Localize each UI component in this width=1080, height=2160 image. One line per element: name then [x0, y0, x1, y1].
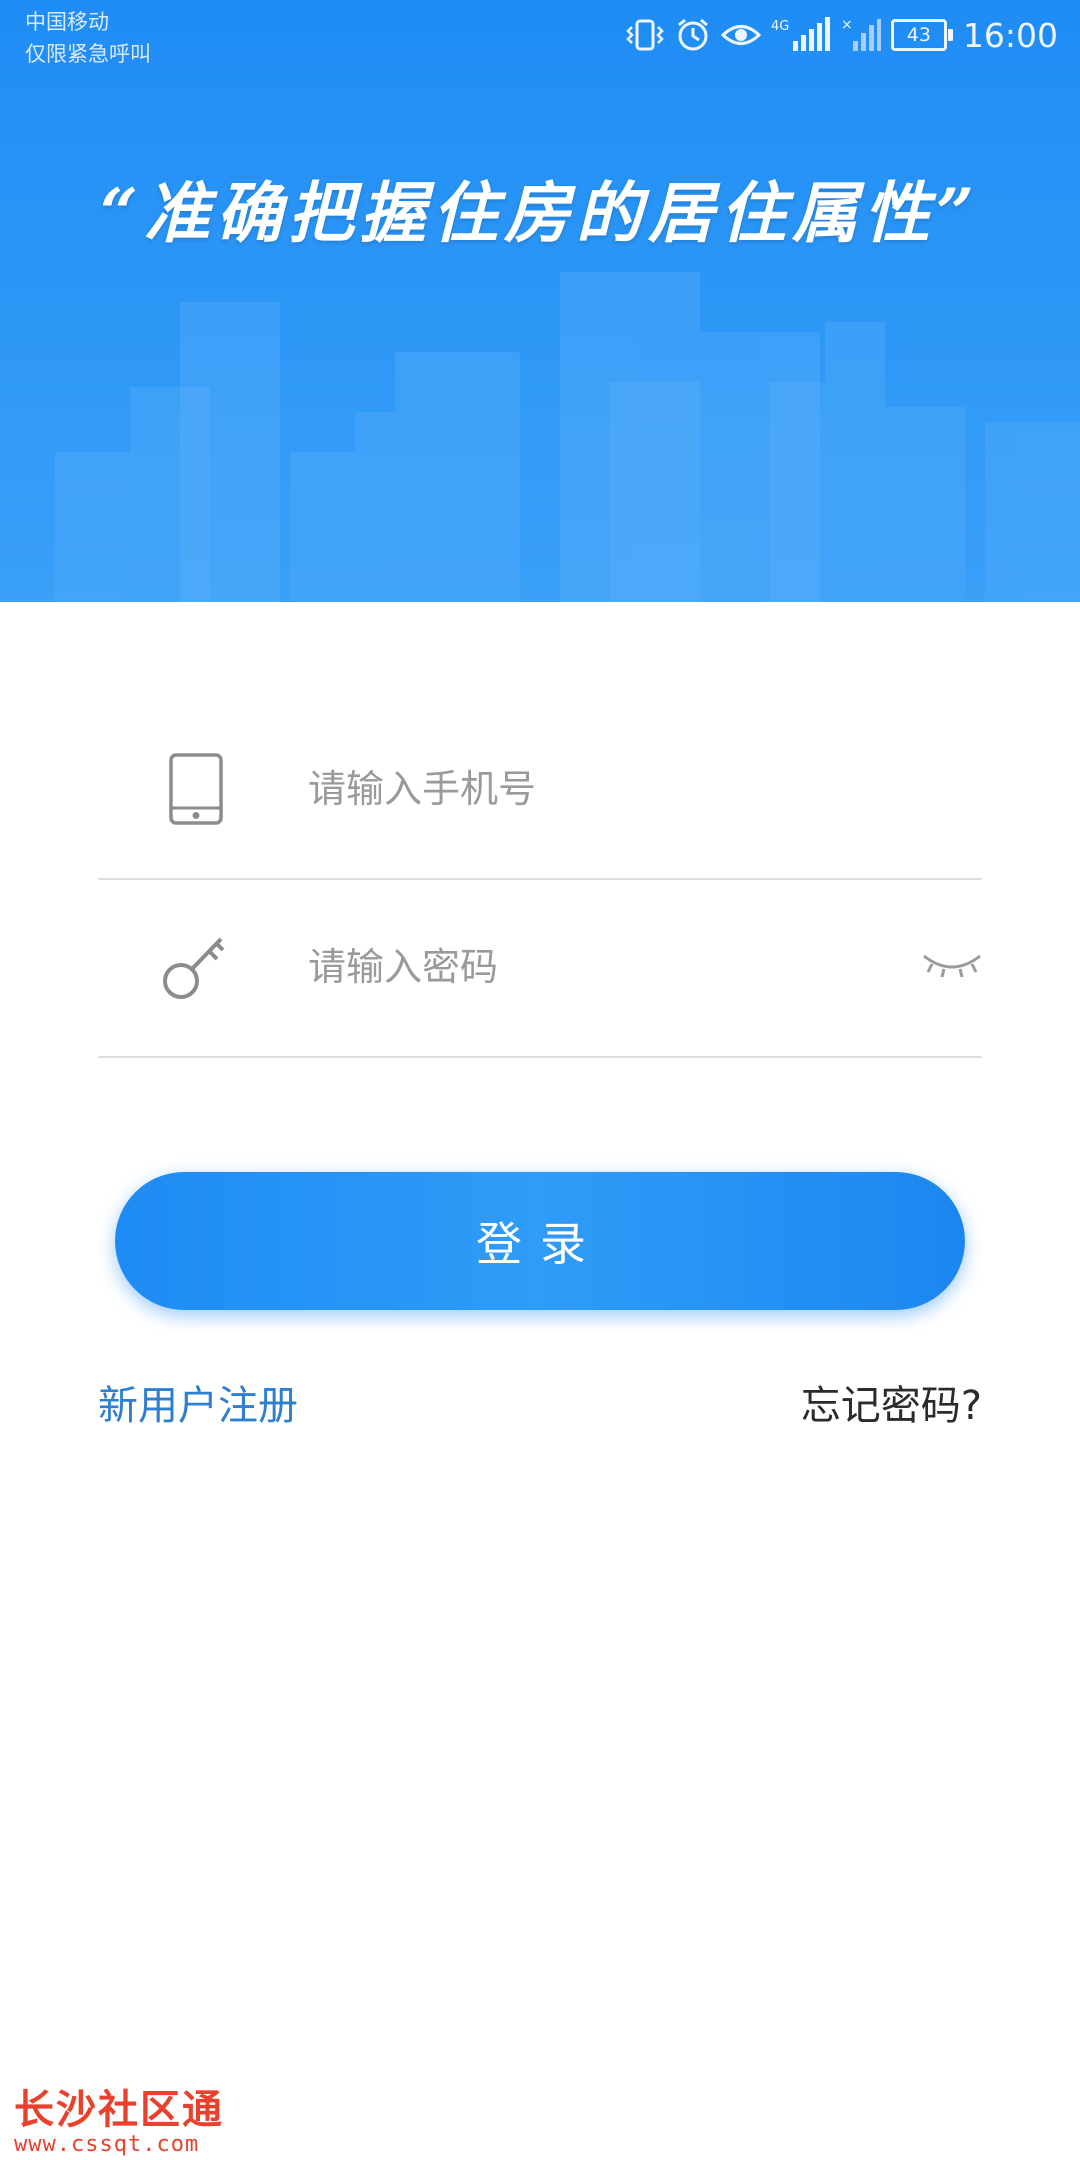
- password-input[interactable]: [306, 944, 870, 990]
- signal-icon: 4G: [771, 17, 830, 51]
- carrier-info: 中国移动 仅限紧急呼叫: [25, 6, 151, 70]
- battery-icon: 43: [890, 19, 953, 51]
- password-row: [98, 878, 982, 1058]
- eye-closed-icon[interactable]: [922, 948, 982, 978]
- status-icons: 4G × 43 16:00: [625, 10, 1058, 60]
- phone-icon: [126, 752, 266, 826]
- alarm-icon: [677, 18, 708, 51]
- key-icon: [126, 931, 266, 1003]
- wifi-icon: ×: [841, 17, 881, 51]
- vibrate-icon: [626, 19, 664, 51]
- phone-input[interactable]: [306, 766, 870, 812]
- status-bar: 中国移动 仅限紧急呼叫 4G × 43 16:00: [0, 0, 1080, 70]
- register-link[interactable]: 新用户注册: [98, 1373, 298, 1431]
- banner-slogan: “准确把握住房的居住属性”: [100, 174, 980, 252]
- svg-text:×: ×: [841, 17, 853, 33]
- watermark: 长沙社区通 www.cssqt.com: [14, 2088, 224, 2157]
- watermark-url: www.cssqt.com: [14, 2132, 200, 2157]
- login-button[interactable]: 登录: [115, 1172, 965, 1310]
- carrier-name: 中国移动: [25, 10, 109, 34]
- forgot-password-link[interactable]: 忘记密码?: [801, 1373, 982, 1431]
- city-skyline-illustration: [55, 272, 1080, 602]
- eye-care-icon: [720, 25, 761, 45]
- carrier-status: 仅限紧急呼叫: [25, 42, 151, 66]
- watermark-title: 长沙社区通: [14, 2087, 224, 2133]
- svg-text:4G: 4G: [771, 19, 789, 34]
- header-banner: 中国移动 仅限紧急呼叫 4G × 43 16:00 “准确把握住房的居住属性”: [0, 0, 1080, 602]
- phone-row: [98, 700, 982, 880]
- clock: 16:00: [962, 15, 1058, 55]
